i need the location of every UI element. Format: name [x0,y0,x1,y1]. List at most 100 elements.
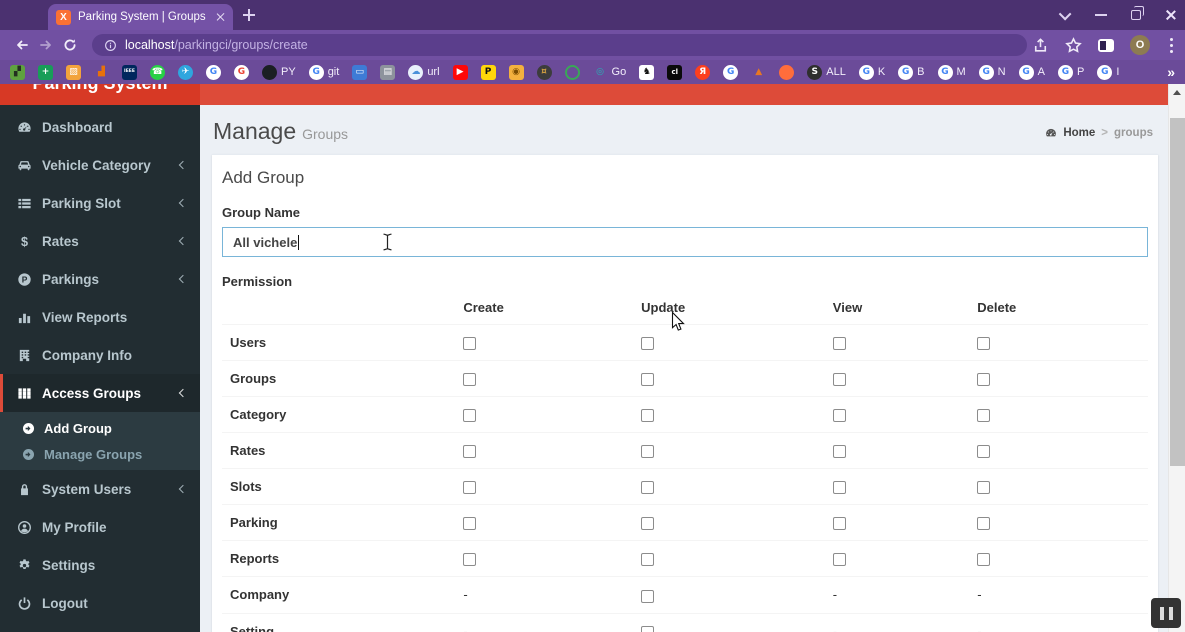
vertical-scrollbar[interactable] [1168,84,1185,632]
new-tab-icon[interactable] [243,9,255,21]
recorder-pause-button[interactable] [1151,598,1181,628]
sidebar-item-logout[interactable]: Logout [0,584,200,622]
checkbox-groups-view[interactable] [832,373,846,387]
checkbox-groups-create[interactable] [463,373,477,387]
yandex-bookmark[interactable]: Я [695,64,711,80]
checkbox-groups-delete[interactable] [977,373,991,387]
sidebar-item-vehicle-category[interactable]: Vehicle Category [0,146,200,184]
bookmarks-overflow-icon[interactable]: » [1167,64,1175,80]
app-logo[interactable]: Parking System [0,84,200,105]
checkbox-parking-view[interactable] [832,517,846,531]
sheets-bookmark[interactable]: + [38,64,53,80]
cart-bookmark[interactable]: ¤ [536,64,552,80]
flame-bookmark[interactable] [779,64,795,80]
whatsapp-bookmark[interactable]: ☎ [150,64,165,80]
matlab-bookmark[interactable]: ▲ [751,65,766,80]
checkbox-slots-create[interactable] [463,481,477,495]
sidebar-item-rates[interactable]: $ Rates [0,222,200,260]
yellow-p-bookmark[interactable]: P [480,64,496,80]
checkbox-rates-view[interactable] [832,445,846,459]
google-b-bookmark[interactable]: GB [898,64,925,80]
checkbox-slots-view[interactable] [832,481,846,495]
scrollbar-up-icon[interactable] [1169,84,1185,100]
gray-app-bookmark[interactable]: ▤ [380,64,396,80]
sidebar-subitem-add-group[interactable]: Add Group [0,415,200,441]
google-2-bookmark[interactable]: G [234,64,249,80]
sidebar-item-system-users[interactable]: System Users [0,470,200,508]
address-bar[interactable]: localhost/parkingci/groups/create [92,34,1027,56]
window-restore-icon[interactable] [1131,6,1144,20]
tab-search-chevron-icon[interactable] [1058,7,1072,20]
checkbox-parking-delete[interactable] [977,517,991,531]
checkbox-rates-update[interactable] [641,445,655,459]
google-git-bookmark[interactable]: Ggit [308,64,339,80]
checkbox-category-delete[interactable] [977,409,991,423]
share-icon[interactable] [1032,37,1049,54]
checkbox-users-delete[interactable] [977,337,991,351]
godaddy-bookmark[interactable]: ◎ Go [593,65,626,80]
google-bookmark[interactable]: G [206,64,221,80]
sidebar-item-parking-slot[interactable]: Parking Slot [0,184,200,222]
reload-icon[interactable] [58,37,82,53]
sidebar-item-company-info[interactable]: Company Info [0,336,200,374]
window-close-icon[interactable] [1165,9,1177,21]
profile-avatar[interactable]: O [1130,35,1150,55]
menu-dots-icon[interactable] [1170,43,1173,47]
back-icon[interactable] [10,37,34,53]
checkbox-category-view[interactable] [832,409,846,423]
checkbox-reports-update[interactable] [641,553,655,567]
bookmark-star-icon[interactable] [1065,36,1082,54]
checkbox-reports-delete[interactable] [977,553,991,567]
telegram-bookmark[interactable]: ✈ [178,64,193,80]
checkbox-reports-view[interactable] [832,553,846,567]
checkbox-groups-update[interactable] [641,373,655,387]
sidebar-item-view-reports[interactable]: View Reports [0,298,200,336]
analytics-bookmark[interactable]: ▟ [94,65,109,80]
github-bookmark[interactable]: PY [262,64,296,80]
forward-icon[interactable] [34,37,58,53]
breadcrumb-home-link[interactable]: Home [1063,127,1095,139]
orange-app-bookmark[interactable]: ▨ [66,64,81,80]
checkbox-category-update[interactable] [641,409,655,423]
google-m-bookmark[interactable]: GM [937,64,966,80]
cl-bookmark[interactable]: cl [667,64,683,80]
checkbox-category-create[interactable] [463,409,477,423]
sidebar-item-my-profile[interactable]: My Profile [0,508,200,546]
google-n-bookmark[interactable]: GN [978,64,1006,80]
checkbox-parking-update[interactable] [641,517,655,531]
ads-bookmark[interactable]: ▞ [10,64,25,80]
sidebar-item-dashboard[interactable]: Dashboard [0,108,200,146]
camera-bookmark[interactable]: ◉ [508,64,524,80]
checkbox-reports-create[interactable] [463,553,477,567]
google-3-bookmark[interactable]: G [723,64,739,80]
window-minimize-icon[interactable] [1095,14,1107,16]
group-name-input[interactable]: All vichele [222,227,1148,257]
checkbox-rates-create[interactable] [463,445,477,459]
checkbox-parking-create[interactable] [463,517,477,531]
sidebar-item-access-groups[interactable]: Access Groups [0,374,200,412]
google-a-bookmark[interactable]: GA [1018,64,1045,80]
eagle-bookmark[interactable]: ♞ [639,64,655,80]
browser-tab[interactable]: X Parking System | Groups [48,4,233,30]
sidebar-item-settings[interactable]: Settings [0,546,200,584]
sidebar-subitem-manage-groups[interactable]: Manage Groups [0,441,200,467]
checkbox-company-update[interactable] [641,589,655,603]
globe-all-bookmark[interactable]: S ALL [807,64,846,80]
blue-app-bookmark[interactable]: ▭ [352,64,368,80]
scrollbar-thumb[interactable] [1170,118,1185,466]
google-p-bookmark[interactable]: GP [1057,64,1084,80]
info-icon[interactable] [104,39,117,52]
sidebar-item-parkings[interactable]: P Parkings [0,260,200,298]
checkbox-slots-delete[interactable] [977,481,991,495]
tab-close-icon[interactable] [215,12,225,22]
ieee-bookmark[interactable]: IEEE [122,64,137,80]
google-i-bookmark[interactable]: GI [1097,64,1119,80]
checkbox-users-create[interactable] [463,337,477,351]
checkbox-slots-update[interactable] [641,481,655,495]
url-tool-bookmark[interactable]: ☁ url [408,64,440,80]
checkbox-setting-update[interactable] [641,625,655,632]
checkbox-rates-delete[interactable] [977,445,991,459]
checkbox-users-view[interactable] [832,337,846,351]
green-ring-bookmark[interactable] [564,64,580,80]
google-k-bookmark[interactable]: GK [858,64,885,80]
